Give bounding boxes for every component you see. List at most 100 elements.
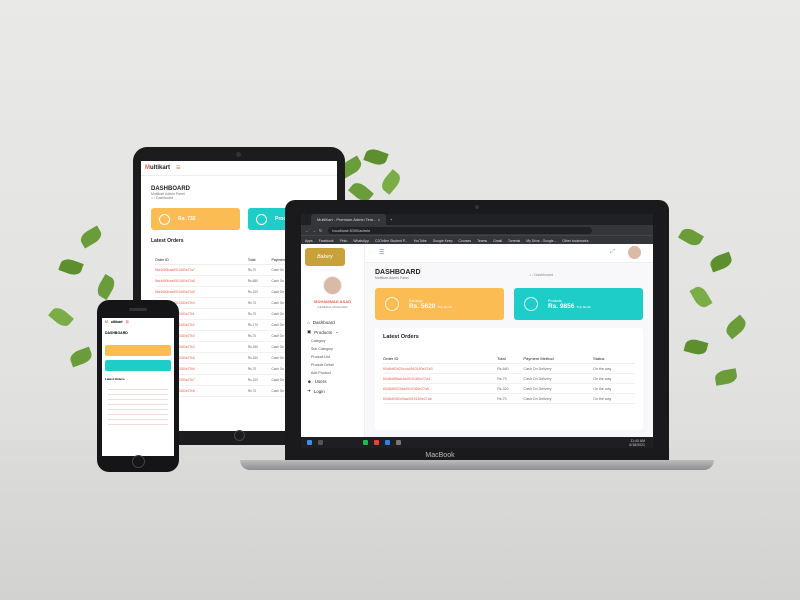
user-role: GENERAL MANAGER [317, 305, 348, 309]
bookmark-item[interactable]: Other bookmarks [562, 239, 588, 243]
tablet-earnings-card: Rs. 732 [151, 208, 240, 230]
table-cell[interactable]: 5bd4d50fcaa4910180e27a7 [155, 264, 248, 276]
forward-icon[interactable]: → [312, 228, 316, 233]
tablet-header: Multikart ☰ [141, 161, 337, 176]
col-order-id: Order ID [383, 354, 498, 364]
windows-start-icon[interactable] [307, 440, 312, 445]
table-row[interactable]: 60d8d8f8ab4d4910180e27a4 Rs.70 Cash On Del… [383, 373, 635, 384]
sidebar-subitem[interactable]: Product Detail [301, 361, 364, 369]
table-cell: Rs.70 [247, 264, 272, 276]
table-cell: On the way [593, 373, 635, 384]
laptop-screen: MultiKart - Premium Admin Tem... × + ← →… [301, 214, 653, 448]
products-value: Rs. 9856 [548, 302, 575, 310]
home-icon: ⌂ [307, 320, 310, 325]
address-bar[interactable]: localhost:3000/admin [328, 226, 593, 234]
table-cell[interactable]: 60d8d82d20cca4910180e27a3 [383, 363, 498, 374]
back-icon[interactable]: ← [305, 228, 309, 233]
bookmark-item[interactable]: Pinto [340, 239, 348, 243]
bookmark-item[interactable]: Gmail [493, 239, 502, 243]
table-cell[interactable]: 60d8d9023da4910180e27a5 [383, 383, 498, 394]
breadcrumb[interactable]: ⌂ / Dashboard [529, 273, 553, 280]
laptop-base [240, 460, 714, 470]
sidebar-subitem[interactable]: Sub Category [301, 345, 364, 353]
sidebar-item-login[interactable]: ➜ Login [301, 386, 364, 396]
box-icon: ▣ [307, 329, 312, 334]
phone-earnings-card [105, 345, 171, 356]
phone-logo[interactable]: ultikart [111, 320, 123, 324]
bookmark-item[interactable]: YouTube [413, 239, 426, 243]
tablet-home-button[interactable] [234, 430, 245, 441]
laptop-brand: MacBook [425, 452, 455, 459]
menu-icon[interactable]: ☰ [379, 249, 384, 256]
home-icon[interactable]: ⌂ [151, 196, 153, 200]
table-row[interactable]: 60d8d93f2c0aa4910180e27a6 Rs.70 Cash On De… [383, 393, 635, 404]
bookmark-item[interactable]: Apps [305, 239, 313, 243]
latest-orders-panel: Latest Orders Order ID Total Payment Met… [375, 328, 643, 430]
phone-home-button[interactable] [132, 455, 145, 468]
table-cell[interactable]: 60d8d8f8ab4d4910180e27a4 [383, 373, 498, 384]
bookmark-item[interactable]: Courses [459, 239, 472, 243]
profile-avatar[interactable] [628, 246, 641, 259]
reload-icon[interactable]: ↻ [319, 228, 322, 233]
products-card: Products Rs. 9856 This Month [514, 288, 643, 320]
tablet-camera [236, 152, 241, 157]
table-cell[interactable]: 5bd4d50fcaa4910180e27a8 [155, 275, 248, 287]
phone-orders-title: Latest Orders [105, 377, 125, 381]
home-icon[interactable]: ⌂ [529, 273, 531, 277]
new-tab-icon[interactable]: + [390, 217, 392, 222]
bookmark-item[interactable]: Google Keep [433, 239, 453, 243]
table-cell: Rs.70 [247, 385, 272, 397]
bookmark-item[interactable]: My Drive - Google... [526, 239, 556, 243]
table-cell: Cash On Delivery [523, 383, 594, 394]
search-icon[interactable] [318, 440, 323, 445]
browser-tab[interactable]: MultiKart - Premium Admin Tem... × [311, 214, 386, 225]
table-row[interactable]: 60d8d9023da4910180e27a5 Rs.320 Cash On Del… [383, 383, 635, 394]
table-cell: Cash On Delivery [523, 373, 594, 384]
bakery-logo[interactable]: Bakery [305, 248, 345, 266]
fullscreen-icon[interactable]: ⤢ [610, 249, 615, 256]
earnings-card: Earnings Rs. 5620 This Month [375, 288, 504, 320]
list-item [108, 414, 168, 415]
bookmark-item[interactable]: Facebook [319, 239, 334, 243]
settings-icon[interactable] [396, 440, 401, 445]
earnings-value: Rs. 5620 [409, 302, 436, 310]
card-period: This Month [576, 304, 592, 309]
table-cell: Rs.170 [247, 319, 272, 331]
menu-icon[interactable]: ☰ [176, 165, 180, 171]
tablet-logo[interactable]: Multikart [145, 165, 170, 171]
table-cell: Rs.320 [247, 374, 272, 386]
list-item [108, 389, 168, 390]
sidebar-item-products[interactable]: ▣ Products ⌄ [301, 327, 364, 337]
table-cell[interactable]: 60d8d93f2c0aa4910180e27a6 [383, 393, 498, 404]
close-icon[interactable]: × [378, 217, 380, 222]
sidebar-item-users[interactable]: ☻ Users [301, 377, 364, 386]
table-cell: Rs.180 [247, 341, 272, 353]
list-item [108, 394, 168, 395]
taskbar-clock: 11:40 AM 6/18/2021 [629, 438, 645, 447]
avatar[interactable] [323, 276, 342, 295]
list-item [108, 404, 168, 405]
phone-device: Multikart ☰ DASHBOARD Latest Orders [97, 300, 179, 472]
table-cell: Rs.320 [497, 383, 524, 394]
list-item [108, 399, 168, 400]
col-payment: Payment Method [523, 354, 594, 364]
spotify-icon[interactable] [363, 440, 368, 445]
sidebar-subitem[interactable]: Product List [301, 353, 364, 361]
sidebar-subitem[interactable]: Category [301, 337, 364, 345]
bookmark-item[interactable]: WhatsApp [353, 239, 369, 243]
browser-toolbar: ← → ↻ localhost:3000/admin [301, 225, 653, 235]
table-cell: On the way [593, 383, 635, 394]
bookmark-item[interactable]: Torrents [508, 239, 520, 243]
bookmark-item[interactable]: C2Online Student P... [375, 239, 407, 243]
table-cell: Rs.70 [247, 363, 272, 375]
table-row[interactable]: 60d8d82d20cca4910180e27a3 Rs.640 Cash On D… [383, 363, 635, 374]
sidebar-subitem[interactable]: Add Product [301, 369, 364, 377]
laptop-device: MultiKart - Premium Admin Tem... × + ← →… [285, 200, 669, 465]
vscode-icon[interactable] [385, 440, 390, 445]
sidebar-item-dashboard[interactable]: ⌂ Dashboard [301, 318, 364, 327]
table-cell[interactable]: 5bd4d50fcaa4910180e27a9 [155, 286, 248, 298]
earnings-value: Rs. 732 [178, 216, 196, 222]
bookmark-item[interactable]: Teams [477, 239, 487, 243]
menu-icon[interactable]: ☰ [126, 320, 129, 324]
chrome-icon[interactable] [374, 440, 379, 445]
